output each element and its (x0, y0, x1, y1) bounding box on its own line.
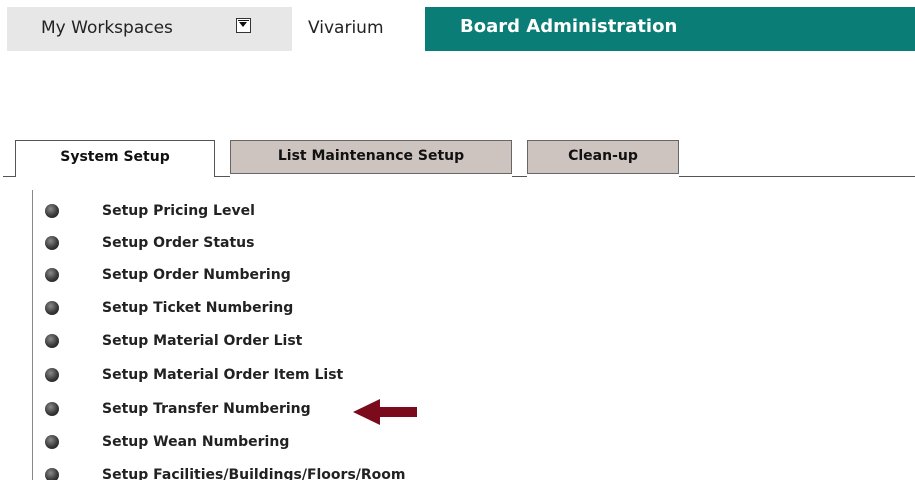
bullet-icon (45, 334, 59, 348)
tab-strip-line-right (679, 176, 915, 177)
setup-wean-numbering-link[interactable]: Setup Wean Numbering (102, 434, 289, 450)
list-item[interactable]: Setup Material Order Item List (45, 364, 343, 386)
list-item[interactable]: Setup Pricing Level (45, 200, 255, 222)
setup-ticket-numbering-link[interactable]: Setup Ticket Numbering (102, 300, 293, 316)
list-left-border (32, 190, 33, 480)
bullet-icon (45, 368, 59, 382)
vivarium-tab[interactable]: Vivarium (292, 7, 425, 51)
board-administration-label: Board Administration (460, 16, 678, 37)
bullet-icon (45, 468, 59, 480)
setup-order-numbering-link[interactable]: Setup Order Numbering (102, 267, 291, 283)
top-navigation: My Workspaces Vivarium Board Administrat… (7, 7, 915, 51)
list-item[interactable]: Setup Ticket Numbering (45, 297, 293, 319)
bullet-icon (45, 402, 59, 416)
list-item[interactable]: Setup Transfer Numbering (45, 398, 311, 420)
list-item[interactable]: Setup Order Status (45, 232, 254, 254)
bullet-icon (45, 204, 59, 218)
list-item[interactable]: Setup Material Order List (45, 330, 302, 352)
tab-strip-line-left (3, 176, 15, 177)
list-item[interactable]: Setup Facilities/Buildings/Floors/Room (45, 464, 406, 480)
my-workspaces-label: My Workspaces (41, 18, 173, 38)
tab-list-maintenance-setup[interactable]: List Maintenance Setup (230, 140, 512, 174)
tab-clean-up[interactable]: Clean-up (527, 140, 679, 174)
setup-material-order-list-link[interactable]: Setup Material Order List (102, 333, 302, 349)
bullet-icon (45, 301, 59, 315)
arrow-shape (353, 399, 417, 425)
setup-facilities-link[interactable]: Setup Facilities/Buildings/Floors/Room (102, 467, 406, 480)
list-item[interactable]: Setup Order Numbering (45, 264, 291, 286)
board-administration-tab[interactable]: Board Administration (425, 7, 915, 51)
bullet-icon (45, 236, 59, 250)
list-item[interactable]: Setup Wean Numbering (45, 431, 289, 453)
setup-material-order-item-list-link[interactable]: Setup Material Order Item List (102, 367, 343, 383)
setup-transfer-numbering-link[interactable]: Setup Transfer Numbering (102, 401, 311, 417)
app-root: My Workspaces Vivarium Board Administrat… (0, 0, 915, 480)
tab-strip-line-gap-1 (215, 176, 230, 177)
annotation-arrow-icon (353, 399, 417, 425)
vivarium-label: Vivarium (308, 18, 384, 38)
tab-strip-line-gap-2 (512, 176, 527, 177)
bullet-icon (45, 268, 59, 282)
tab-system-setup[interactable]: System Setup (15, 140, 215, 177)
my-workspaces-tab[interactable]: My Workspaces (7, 7, 292, 51)
chevron-down-icon[interactable] (236, 18, 251, 33)
setup-pricing-level-link[interactable]: Setup Pricing Level (102, 203, 255, 219)
setup-order-status-link[interactable]: Setup Order Status (102, 235, 254, 251)
bullet-icon (45, 435, 59, 449)
